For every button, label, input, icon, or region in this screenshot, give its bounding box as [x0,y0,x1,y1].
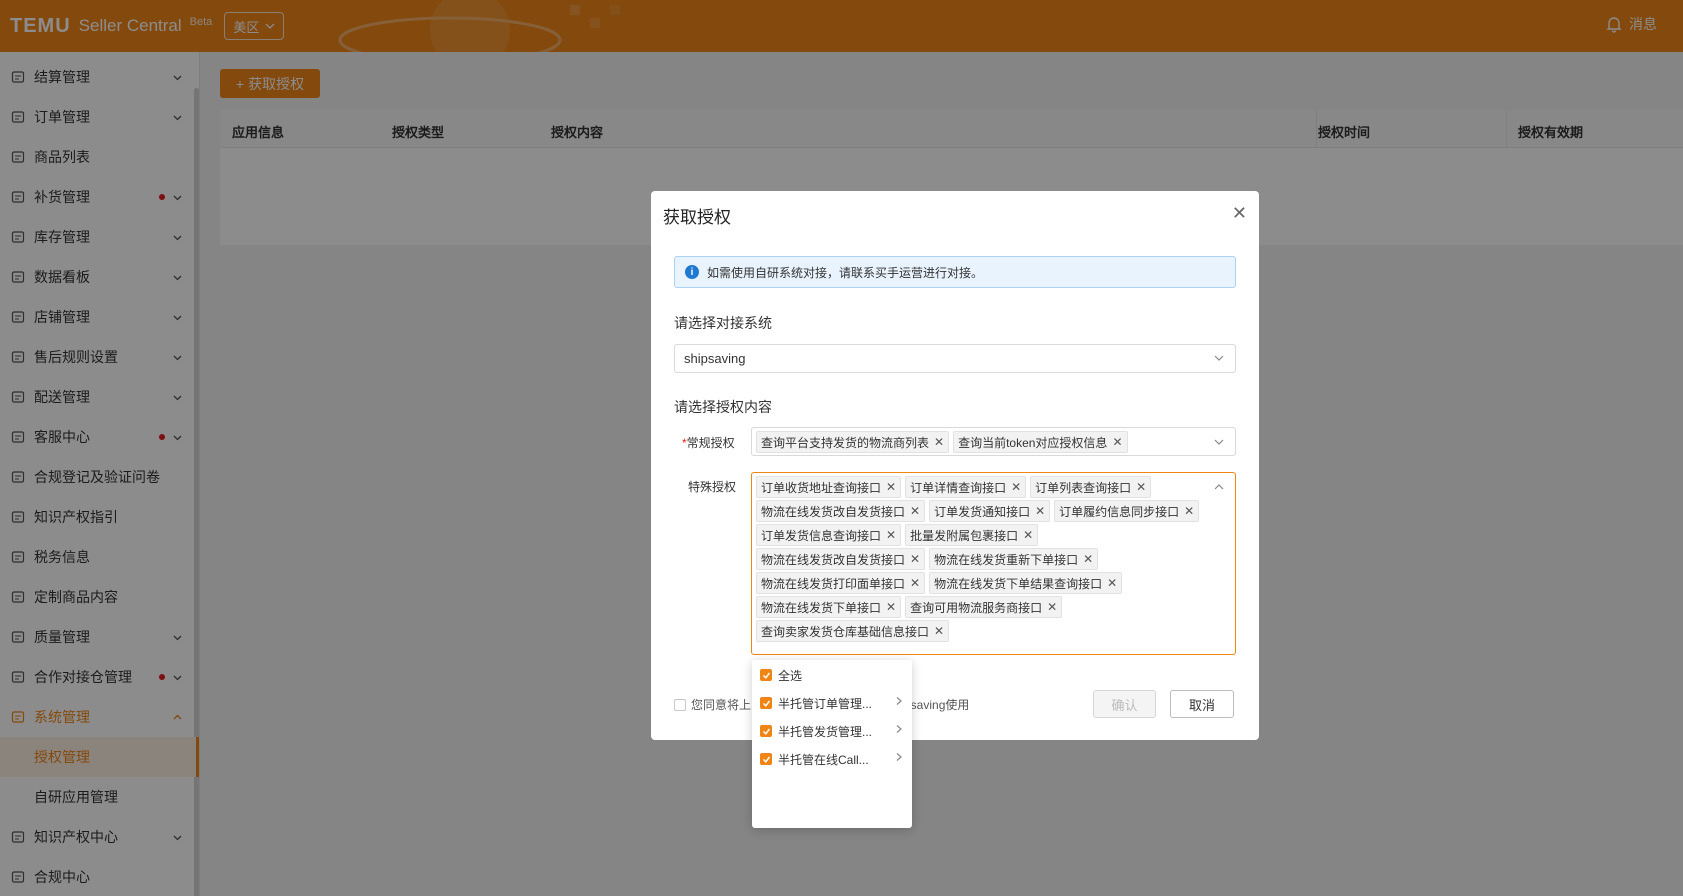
normal-auth-label: *常规授权 [682,436,735,450]
content-section-label: 请选择授权内容 [674,399,772,415]
dropdown-option-label: 半托管发货管理... [778,724,873,739]
remove-tag-icon[interactable]: ✕ [910,576,920,590]
remove-tag-icon[interactable]: ✕ [934,435,944,449]
auth-tag-label: 订单列表查询接口 [1035,480,1132,495]
system-select[interactable]: shipsaving [674,344,1236,373]
auth-tag: 查询可用物流服务商接口 ✕ [905,596,1063,618]
chevron-down-icon [1214,439,1224,445]
tag-row: 查询卖家发货仓库基础信息接口 ✕ [756,620,1231,642]
chevron-right-icon [894,751,904,765]
tag-row: 物流在线发货打印面单接口 ✕ 物流在线发货下单结果查询接口 ✕ [756,572,1231,594]
auth-tag: 订单发货信息查询接口 ✕ [756,524,902,546]
checkbox-box[interactable] [674,698,686,711]
auth-tag: 物流在线发货改自发货接口 ✕ [756,548,926,570]
auth-tag: 批量发附属包裹接口 ✕ [905,524,1039,546]
auth-tag-label: 订单履约信息同步接口 [1059,504,1180,519]
cancel-button[interactable]: 取消 [1170,690,1234,718]
remove-tag-icon[interactable]: ✕ [1112,435,1122,449]
select-all-option[interactable]: 全选 [760,664,906,686]
info-icon: i [685,265,699,279]
system-section-label: 请选择对接系统 [674,315,772,331]
remove-tag-icon[interactable]: ✕ [1107,576,1117,590]
remove-tag-icon[interactable]: ✕ [1083,552,1093,566]
chevron-down-icon [1214,355,1224,361]
tag-row: 物流在线发货改自发货接口 ✕ 物流在线发货重新下单接口 ✕ [756,548,1231,570]
chevron-right-icon [894,695,904,709]
remove-tag-icon[interactable]: ✕ [1011,480,1021,494]
auth-tag-label: 查询平台支持发货的物流商列表 [761,435,930,450]
chevron-right-icon [894,723,904,737]
dialog-title: 获取授权 [663,208,731,227]
remove-tag-icon[interactable]: ✕ [886,480,896,494]
dropdown-option-label: 全选 [778,668,803,683]
auth-tag: 查询平台支持发货的物流商列表 ✕ [756,431,950,453]
agreement-text-end: psaving使用 [904,698,970,712]
tag-row: 物流在线发货下单接口 ✕ 查询可用物流服务商接口 ✕ [756,596,1231,618]
remove-tag-icon[interactable]: ✕ [1035,504,1045,518]
dropdown-option-label: 半托管订单管理... [778,696,873,711]
auth-tag: 订单列表查询接口 ✕ [1030,476,1152,498]
tag-row: 订单发货信息查询接口 ✕ 批量发附属包裹接口 ✕ [756,524,1231,546]
checkbox-checked-icon[interactable] [760,697,772,709]
auth-tag: 物流在线发货打印面单接口 ✕ [756,572,926,594]
auth-tag: 查询卖家发货仓库基础信息接口 ✕ [756,620,950,642]
chevron-up-icon [1214,484,1224,490]
dropdown-option-label: 半托管在线Call... [778,752,869,767]
auth-tag-label: 物流在线发货重新下单接口 [934,552,1079,567]
auth-tag: 订单履约信息同步接口 ✕ [1054,500,1200,522]
tag-row: 物流在线发货改自发货接口 ✕ 订单发货通知接口 ✕ 订单履约信息同步接口 ✕ [756,500,1231,522]
auth-tag-label: 订单详情查询接口 [910,480,1007,495]
auth-tag-label: 查询当前token对应授权信息 [958,435,1108,450]
remove-tag-icon[interactable]: ✕ [1047,600,1057,614]
info-banner: i 如需使用自研系统对接，请联系买手运营进行对接。 [674,256,1236,288]
system-select-value: shipsaving [684,351,746,366]
auth-tag-label: 物流在线发货改自发货接口 [761,504,906,519]
auth-tag-label: 物流在线发货改自发货接口 [761,552,906,567]
auth-tag: 查询当前token对应授权信息 ✕ [953,431,1128,453]
auth-tag-label: 订单收货地址查询接口 [761,480,882,495]
dropdown-option[interactable]: 半托管订单管理... [760,692,906,714]
auth-tag-label: 物流在线发货下单接口 [761,600,882,615]
auth-tag: 物流在线发货下单接口 ✕ [756,596,902,618]
normal-auth-select[interactable]: 查询平台支持发货的物流商列表 ✕ 查询当前token对应授权信息 ✕ [751,427,1236,456]
auth-tag: 订单详情查询接口 ✕ [905,476,1027,498]
auth-tag-label: 物流在线发货打印面单接口 [761,576,906,591]
agreement-checkbox[interactable]: 您同意将上 [674,696,751,713]
special-auth-label: 特殊授权 [688,480,737,494]
auth-tag-label: 物流在线发货下单结果查询接口 [934,576,1103,591]
auth-tag: 订单发货通知接口 ✕ [929,500,1051,522]
remove-tag-icon[interactable]: ✕ [1184,504,1194,518]
auth-tag-label: 订单发货通知接口 [934,504,1031,519]
close-icon[interactable]: ✕ [1232,203,1247,224]
checkbox-checked-icon[interactable] [760,725,772,737]
auth-tag: 物流在线发货改自发货接口 ✕ [756,500,926,522]
remove-tag-icon[interactable]: ✕ [910,504,920,518]
auth-tag-label: 查询卖家发货仓库基础信息接口 [761,624,930,639]
dropdown-option[interactable]: 半托管在线Call... [760,748,906,770]
auth-tag: 物流在线发货下单结果查询接口 ✕ [929,572,1123,594]
remove-tag-icon[interactable]: ✕ [1136,480,1146,494]
auth-tag-label: 订单发货信息查询接口 [761,528,882,543]
auth-tag: 订单收货地址查询接口 ✕ [756,476,902,498]
auth-tag: 物流在线发货重新下单接口 ✕ [929,548,1099,570]
normal-auth-label-text: 常规授权 [686,436,735,450]
authorization-dialog: 获取授权 ✕ i 如需使用自研系统对接，请联系买手运营进行对接。 请选择对接系统… [651,191,1259,740]
remove-tag-icon[interactable]: ✕ [886,600,896,614]
special-auth-select[interactable]: 订单收货地址查询接口 ✕ 订单详情查询接口 ✕ 订单列表查询接口 ✕ 物流在线发货改自发货接… [751,472,1236,655]
special-auth-dropdown: 全选半托管订单管理... 半托管发货管理... 半托管在线Call... [752,660,912,828]
checkbox-checked-icon[interactable] [760,753,772,765]
remove-tag-icon[interactable]: ✕ [910,552,920,566]
agreement-text-start: 您同意将上 [691,698,752,712]
dropdown-option[interactable]: 半托管发货管理... [760,720,906,742]
confirm-button[interactable]: 确认 [1093,690,1156,718]
remove-tag-icon[interactable]: ✕ [934,624,944,638]
remove-tag-icon[interactable]: ✕ [886,528,896,542]
checkbox-checked-icon[interactable] [760,669,772,681]
auth-tag-label: 批量发附属包裹接口 [910,528,1019,543]
auth-tag-label: 查询可用物流服务商接口 [910,600,1043,615]
info-text: 如需使用自研系统对接，请联系买手运营进行对接。 [707,265,984,280]
remove-tag-icon[interactable]: ✕ [1023,528,1033,542]
tag-row: 订单收货地址查询接口 ✕ 订单详情查询接口 ✕ 订单列表查询接口 ✕ [756,476,1231,498]
